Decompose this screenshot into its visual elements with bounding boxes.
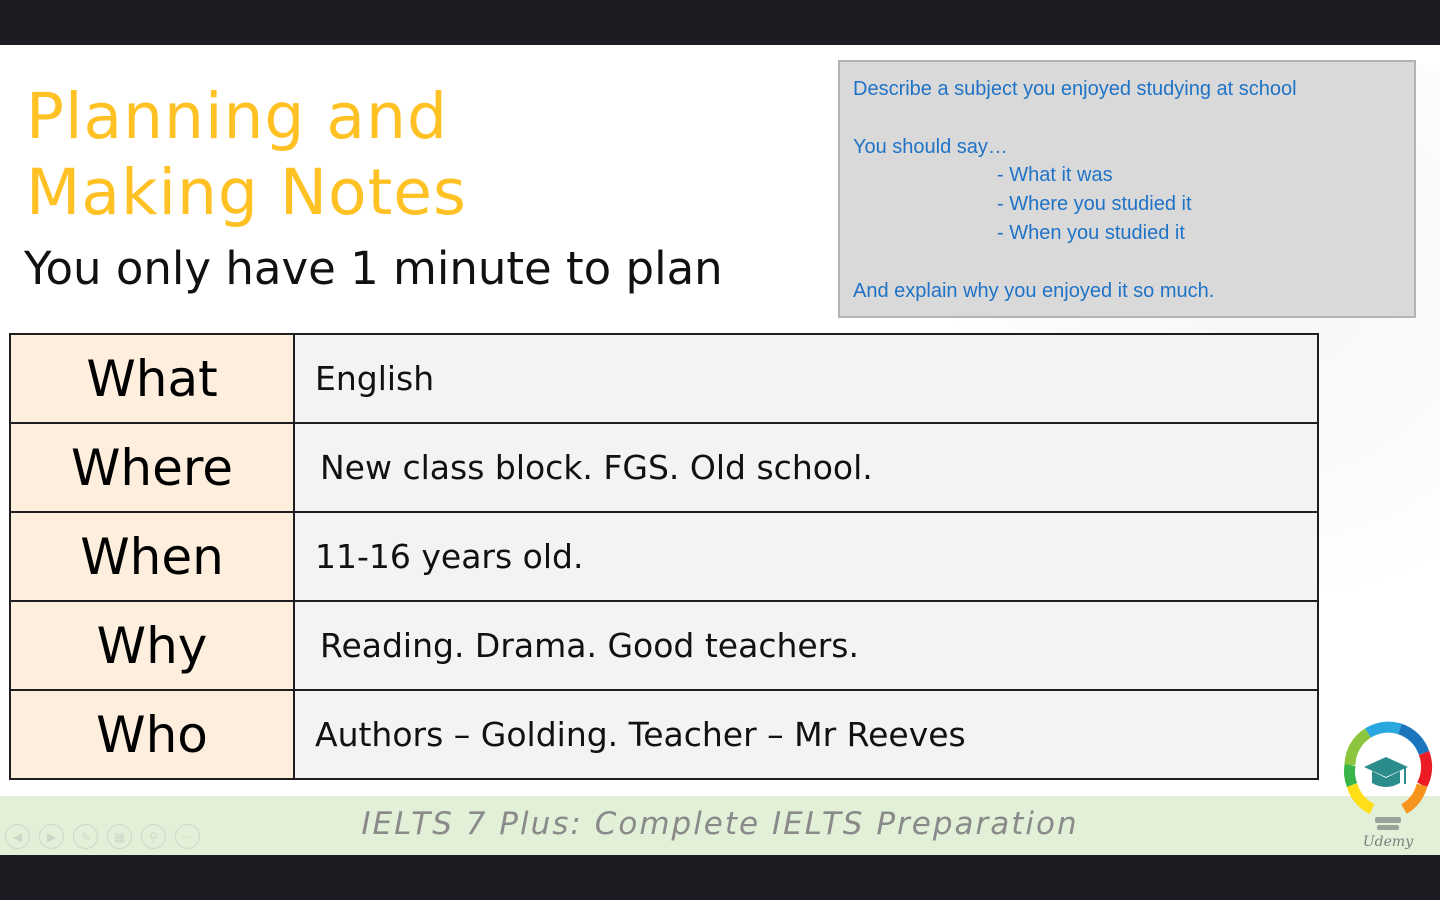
row-label: When <box>9 511 295 602</box>
course-title: IELTS 7 Plus: Complete IELTS Preparation <box>361 806 1079 842</box>
row-value: 11-16 years old. <box>293 511 1319 602</box>
presentation-slide: Planning and Making Notes You only have … <box>0 45 1440 855</box>
notes-table: What English Where New class block. FGS.… <box>9 333 1319 780</box>
footer-bar: ◀ ▶ ✎ ▦ ⚲ ⋯ IELTS 7 Plus: Complete IELTS… <box>0 796 1440 855</box>
cue-card-bullet: - Where you studied it <box>997 193 1192 215</box>
row-value: Authors – Golding. Teacher – Mr Reeves <box>293 689 1319 780</box>
table-row: Where New class block. FGS. Old school. <box>9 422 1319 513</box>
bottom-letterbox <box>0 855 1440 900</box>
cue-card-explain: And explain why you enjoyed it so much. <box>853 280 1215 302</box>
row-value: New class block. FGS. Old school. <box>293 422 1319 513</box>
row-label: Why <box>9 600 295 691</box>
slide-title-line-1: Planning and <box>26 80 448 153</box>
cue-card-should-say: You should say… <box>853 136 1008 158</box>
top-letterbox <box>0 0 1440 45</box>
cue-card-bullet: - When you studied it <box>997 222 1185 244</box>
slide-subtitle: You only have 1 minute to plan <box>24 242 723 295</box>
udemy-mark: Udemy <box>1363 834 1414 850</box>
table-row: When 11-16 years old. <box>9 511 1319 602</box>
row-label: Who <box>9 689 295 780</box>
table-row: What English <box>9 333 1319 424</box>
table-row: Why Reading. Drama. Good teachers. <box>9 600 1319 691</box>
cue-card: Describe a subject you enjoyed studying … <box>838 60 1416 318</box>
slide-title: Planning and Making Notes <box>26 79 467 231</box>
table-row: Who Authors – Golding. Teacher – Mr Reev… <box>9 689 1319 780</box>
cue-card-heading: Describe a subject you enjoyed studying … <box>853 78 1297 100</box>
row-label: What <box>9 333 295 424</box>
row-label: Where <box>9 422 295 513</box>
udemy-logo: Udemy <box>1343 721 1433 850</box>
row-value: English <box>293 333 1319 424</box>
row-value: Reading. Drama. Good teachers. <box>293 600 1319 691</box>
slide-title-line-2: Making Notes <box>26 156 467 229</box>
cue-card-bullet: - What it was <box>997 164 1113 186</box>
graduation-cap-icon <box>1364 757 1408 787</box>
